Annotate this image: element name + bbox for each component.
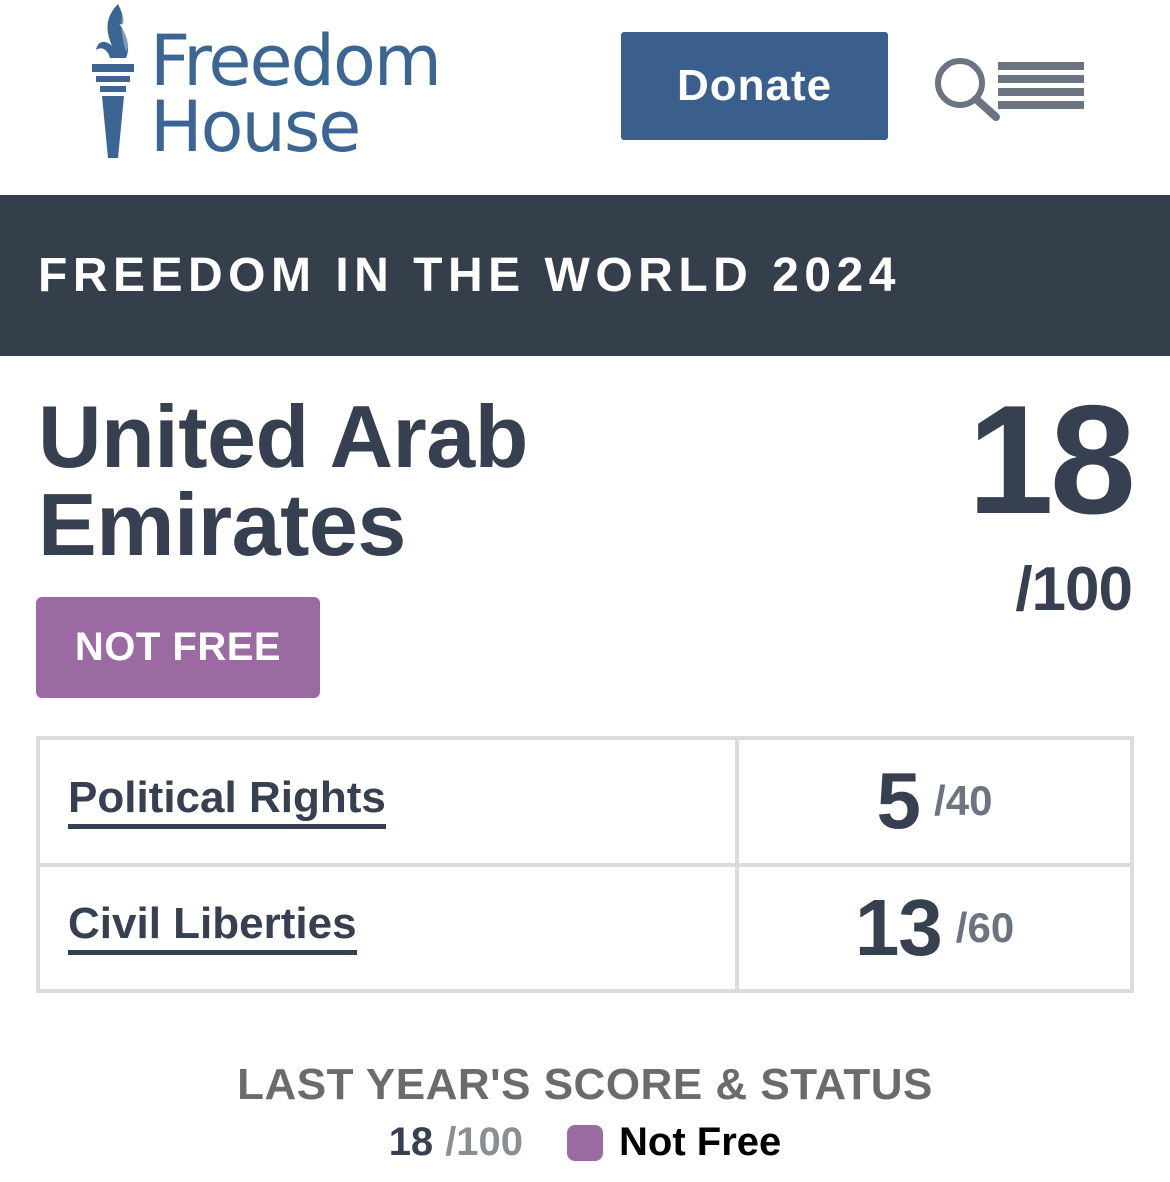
country-name-line-2: Emirates <box>38 475 406 574</box>
status-dot-icon <box>567 1124 604 1161</box>
political-rights-max: /40 <box>934 777 993 825</box>
total-score: 18 <box>967 373 1136 546</box>
last-year-score: 18 <box>388 1120 434 1164</box>
logo-wordmark: Freedom House <box>150 20 442 168</box>
torch-logo-icon <box>92 4 134 158</box>
last-year-status: Not Free <box>619 1120 782 1164</box>
civil-liberties-score: 13 <box>854 882 943 972</box>
logo-line-2: House <box>150 86 361 168</box>
political-rights-score: 5 <box>876 756 921 846</box>
last-year-score-max: /100 <box>445 1120 524 1164</box>
donate-button[interactable]: Donate <box>621 32 888 140</box>
total-score-max: /100 <box>1015 555 1133 624</box>
political-rights-score-cell: 5 /40 <box>739 740 1130 863</box>
search-icon[interactable] <box>930 55 1002 121</box>
score-table: Political Rights 5 /40 Civil Liberties 1… <box>36 736 1134 993</box>
country-name-line-1: United Arab <box>38 387 528 486</box>
political-rights-label-cell: Political Rights <box>40 740 735 863</box>
report-title: FREEDOM IN THE WORLD 2024 <box>38 249 901 302</box>
political-rights-link[interactable]: Political Rights <box>68 773 386 829</box>
logo-line-1: Freedom <box>150 20 442 102</box>
civil-liberties-score-cell: 13 /60 <box>739 866 1130 989</box>
hamburger-menu-icon[interactable] <box>998 62 1084 110</box>
last-year-heading: LAST YEAR'S SCORE & STATUS <box>237 1060 933 1109</box>
site-header: Freedom House Donate <box>0 0 1170 195</box>
country-name: United Arab Emirates <box>38 393 528 569</box>
report-banner: FREEDOM IN THE WORLD 2024 <box>0 195 1170 356</box>
civil-liberties-label-cell: Civil Liberties <box>40 866 735 989</box>
status-badge: NOT FREE <box>36 597 320 698</box>
civil-liberties-max: /60 <box>955 903 1015 951</box>
freedom-house-logo[interactable]: Freedom House <box>88 0 468 165</box>
civil-liberties-link[interactable]: Civil Liberties <box>68 900 357 956</box>
last-year-summary: 18 /100 Not Free <box>0 1120 1170 1165</box>
page: Freedom House Donate FREEDOM IN THE WORL… <box>0 0 1170 1182</box>
